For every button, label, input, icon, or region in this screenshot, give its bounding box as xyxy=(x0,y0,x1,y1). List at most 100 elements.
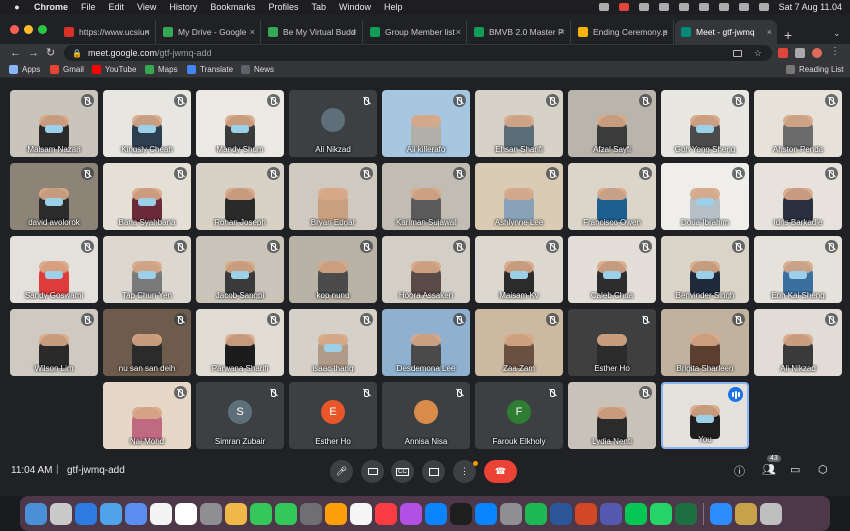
new-tab-icon[interactable]: + xyxy=(784,27,792,43)
back-icon[interactable]: ← xyxy=(10,44,21,62)
lock-icon[interactable]: 🔒 xyxy=(72,49,82,58)
participant-tile[interactable]: Wilson Lim xyxy=(10,309,98,376)
participant-tile[interactable]: S Simran Zubair xyxy=(196,382,284,449)
participant-tile[interactable]: Sandy Goswami xyxy=(10,236,98,303)
participant-tile[interactable]: Goh Yong Sheng xyxy=(661,90,749,157)
meeting-code[interactable]: gtf-jwmq-add xyxy=(67,465,125,476)
participant-tile[interactable]: nu san san deih xyxy=(103,309,191,376)
dock-app-icon[interactable] xyxy=(325,502,347,525)
participant-tile[interactable]: Ali Nikzad xyxy=(289,90,377,157)
extensions-puzzle-icon[interactable] xyxy=(795,48,805,58)
dock-app-icon[interactable] xyxy=(100,502,122,525)
dock-app-icon[interactable] xyxy=(300,502,322,525)
bookmark-star-icon[interactable]: ☆ xyxy=(754,48,762,59)
dock-app-icon[interactable] xyxy=(575,502,597,525)
activities-icon[interactable]: ⬡ xyxy=(818,463,828,476)
close-window-icon[interactable] xyxy=(10,25,19,34)
camera-icon[interactable] xyxy=(733,49,742,57)
dock-app-icon[interactable] xyxy=(735,502,757,525)
battery-icon[interactable] xyxy=(678,3,689,11)
participant-tile[interactable]: Rohan Joseph xyxy=(196,163,284,230)
captions-button[interactable]: CC xyxy=(391,460,414,483)
tab-close-icon[interactable]: × xyxy=(560,27,565,37)
dock-app-icon[interactable] xyxy=(375,502,397,525)
dock-app-icon[interactable] xyxy=(125,502,147,525)
recording-icon[interactable] xyxy=(618,3,629,11)
info-icon[interactable]: ⓘ xyxy=(734,463,745,479)
participant-tile[interactable]: david avolorok xyxy=(10,163,98,230)
tab-close-icon[interactable]: × xyxy=(767,27,772,37)
present-button[interactable] xyxy=(422,460,445,483)
browser-tab[interactable]: Ending Ceremony.p × xyxy=(572,20,674,44)
participant-tile[interactable]: Nai Mohd xyxy=(103,382,191,449)
dock-app-icon[interactable] xyxy=(400,502,422,525)
dock-app-icon[interactable] xyxy=(710,502,732,525)
participant-tile[interactable]: Lydia Nenti xyxy=(568,382,656,449)
participant-tile[interactable]: Zaa Zam xyxy=(475,309,563,376)
menu-profiles[interactable]: Profiles xyxy=(268,2,298,12)
self-video-tile[interactable]: You xyxy=(661,382,749,449)
tab-close-icon[interactable]: × xyxy=(352,27,357,37)
dock-app-icon[interactable] xyxy=(225,502,247,525)
status-icon[interactable] xyxy=(658,3,669,11)
menu-app-chrome[interactable]: Chrome xyxy=(34,2,68,12)
participant-tile[interactable]: Kingsly Cheah xyxy=(103,90,191,157)
bookmark-news[interactable]: News xyxy=(241,65,274,74)
tab-close-icon[interactable]: × xyxy=(456,27,461,37)
browser-tab[interactable]: Meet - gtf-jwmq × xyxy=(675,20,777,44)
participant-tile[interactable]: Kariman Sujawal xyxy=(382,163,470,230)
dock-app-icon[interactable] xyxy=(350,502,372,525)
participant-tile[interactable]: Benvinder Singh xyxy=(661,236,749,303)
control-center-icon[interactable] xyxy=(738,3,749,11)
participant-tile[interactable]: Eon Kai Sheng xyxy=(754,236,842,303)
participant-tile[interactable]: Ahston Penda xyxy=(754,90,842,157)
menu-view[interactable]: View xyxy=(137,2,156,12)
dock-app-icon[interactable] xyxy=(25,502,47,525)
participant-tile[interactable]: Francisco Owen xyxy=(568,163,656,230)
dock-app-icon[interactable] xyxy=(75,502,97,525)
menubar-clock[interactable]: Sat 7 Aug 11.04 xyxy=(779,2,842,12)
reading-list-button[interactable]: Reading List xyxy=(786,65,843,74)
dock-app-icon[interactable] xyxy=(525,502,547,525)
dock-app-icon[interactable] xyxy=(275,502,297,525)
browser-tab[interactable]: Group Member list × xyxy=(364,20,467,44)
bookmark-apps[interactable]: Apps xyxy=(9,65,40,74)
participant-tile[interactable]: Brigita Sharleen xyxy=(661,309,749,376)
participant-tile[interactable]: E Esther Ho xyxy=(289,382,377,449)
participant-tile[interactable]: Idris Barkadle xyxy=(754,163,842,230)
minimize-window-icon[interactable] xyxy=(24,25,33,34)
leave-call-button[interactable]: ☎︎ xyxy=(484,460,517,483)
dock-app-icon[interactable] xyxy=(625,502,647,525)
address-bar[interactable]: 🔒 meet.google.com/gtf-jwmq-add ☆ xyxy=(64,45,772,61)
tab-close-icon[interactable]: × xyxy=(250,27,255,37)
dock-app-icon[interactable] xyxy=(600,502,622,525)
chat-icon[interactable]: ▭ xyxy=(790,463,800,476)
participant-tile[interactable]: Parwana Sharifi xyxy=(196,309,284,376)
dock-app-icon[interactable] xyxy=(650,502,672,525)
dock-app-icon[interactable] xyxy=(760,502,782,525)
participant-tile[interactable]: F Farouk Elkholy xyxy=(475,382,563,449)
participant-tile[interactable]: Annisa Nisa xyxy=(382,382,470,449)
participant-tile[interactable]: Doua Ibrahim xyxy=(661,163,749,230)
zoom-window-icon[interactable] xyxy=(38,25,47,34)
dock-app-icon[interactable] xyxy=(200,502,222,525)
menu-tab[interactable]: Tab xyxy=(311,2,326,12)
participant-tile[interactable]: Maisam Nazari xyxy=(10,90,98,157)
participant-tile[interactable]: Maisam Kv xyxy=(475,236,563,303)
microphone-button[interactable]: 🎤︎ xyxy=(330,460,353,483)
dock-app-icon[interactable] xyxy=(50,502,72,525)
status-icon[interactable] xyxy=(598,3,609,11)
camera-button[interactable] xyxy=(361,460,384,483)
participant-tile[interactable]: Tap Chun Yen xyxy=(103,236,191,303)
participant-tile[interactable]: Bana Syahbana xyxy=(103,163,191,230)
dock-app-icon[interactable] xyxy=(175,502,197,525)
participant-tile[interactable]: Mandy Shum xyxy=(196,90,284,157)
tab-close-icon[interactable]: × xyxy=(663,27,668,37)
dock-app-icon[interactable] xyxy=(675,502,697,525)
people-icon[interactable]: 👥︎ xyxy=(762,463,776,476)
bookmark-youtube[interactable]: YouTube xyxy=(92,65,136,74)
participant-tile[interactable]: kop nunu xyxy=(289,236,377,303)
browser-tab[interactable]: https://www.ucsiun × xyxy=(58,20,156,44)
menu-window[interactable]: Window xyxy=(339,2,371,12)
profile-avatar[interactable] xyxy=(812,48,822,58)
